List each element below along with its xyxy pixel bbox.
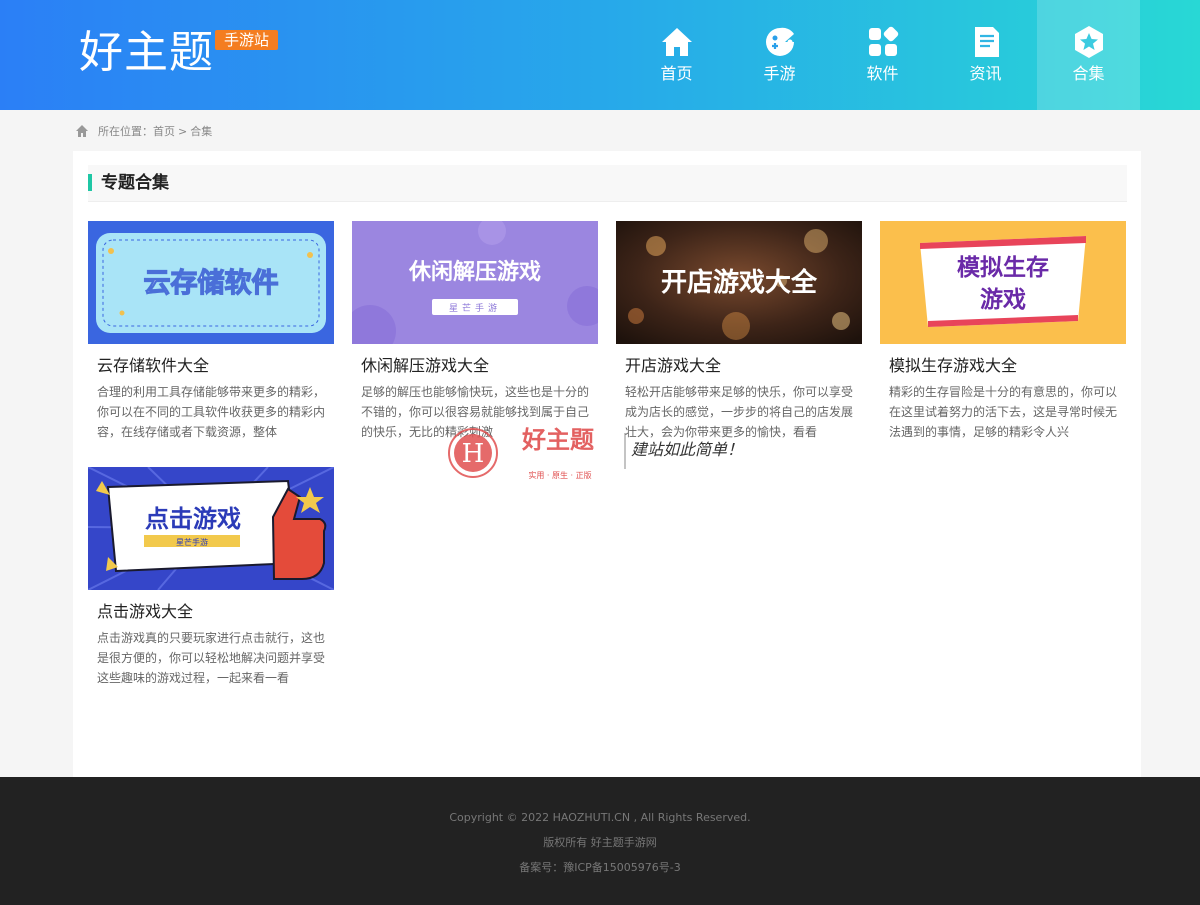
card-thumbnail[interactable]: 云存储软件 xyxy=(88,221,334,344)
card-thumbnail[interactable]: 点击游戏 星芒手游 xyxy=(88,467,334,590)
nav-item-software[interactable]: 软件 xyxy=(831,0,934,110)
card-title[interactable]: 开店游戏大全 xyxy=(625,356,862,376)
card-thumbnail[interactable]: 开店游戏大全 xyxy=(616,221,862,344)
site-header: 好主题 手游站 首页 手游 软件 资讯 合集 xyxy=(0,0,1200,110)
nav-label: 资讯 xyxy=(969,64,1002,83)
site-footer: Copyright © 2022 HAOZHUTI.CN , All Right… xyxy=(0,777,1200,905)
watermark-tagline: 实用 · 原生 · 正版 xyxy=(528,470,591,480)
watermark-graphic: H 好主题 实用 · 原生 · 正版 建站如此简单！ xyxy=(448,426,743,480)
collection-card[interactable]: 模拟生存 游戏 模拟生存游戏大全 精彩的生存冒险是十分的有意思的，你可以在这里试… xyxy=(880,221,1126,442)
banner-subtext: 星芒手游 xyxy=(449,302,501,314)
nav-label: 合集 xyxy=(1072,64,1105,83)
nav-item-collection[interactable]: 合集 xyxy=(1037,0,1140,110)
card-title[interactable]: 模拟生存游戏大全 xyxy=(889,356,1126,376)
banner-text: 游戏 xyxy=(980,286,1026,313)
card-title[interactable]: 点击游戏大全 xyxy=(97,602,334,622)
section-header: 专题合集 xyxy=(88,165,1127,202)
banner-text: 点击游戏 xyxy=(145,505,241,533)
card-title[interactable]: 云存储软件大全 xyxy=(97,356,334,376)
breadcrumb-prefix: 所在位置： xyxy=(98,125,153,138)
footer-copyright: Copyright © 2022 HAOZHUTI.CN , All Right… xyxy=(449,811,751,824)
footer-owner: 版权所有 好主题手游网 xyxy=(543,836,657,849)
collection-icon xyxy=(1074,26,1103,58)
nav-label: 首页 xyxy=(660,64,693,83)
nav-item-home[interactable]: 首页 xyxy=(625,0,728,110)
section-accent-bar xyxy=(88,174,92,191)
watermark-letter: H xyxy=(462,439,485,469)
card-title[interactable]: 休闲解压游戏大全 xyxy=(361,356,598,376)
nav-label: 手游 xyxy=(763,64,796,83)
breadcrumb: 所在位置： 首页 > 合集 xyxy=(75,122,212,140)
banner-text: 开店游戏大全 xyxy=(661,267,818,298)
card-description: 精彩的生存冒险是十分的有意思的，你可以在这里试着努力的活下去，这是寻常时候无法遇… xyxy=(889,385,1118,439)
breadcrumb-current: 合集 xyxy=(190,125,213,138)
casual-games-banner: 休闲解压游戏 星芒手游 xyxy=(352,221,598,344)
apps-icon xyxy=(868,26,898,56)
breadcrumb-separator: > xyxy=(178,124,188,138)
site-logo[interactable]: 好主题 xyxy=(79,24,214,82)
breadcrumb-home-link[interactable]: 首页 xyxy=(153,123,175,139)
watermark-slogan: 建站如此简单！ xyxy=(631,440,743,459)
banner-text: 云存储软件 xyxy=(144,268,279,299)
banner-text: 模拟生存 xyxy=(957,254,1049,281)
banner-subtext: 星芒手游 xyxy=(176,537,208,547)
footer-icp-line: 备案号：豫ICP备15005976号-3 xyxy=(0,855,1200,880)
nav-label: 软件 xyxy=(866,64,899,83)
main-nav: 首页 手游 软件 资讯 合集 xyxy=(625,0,1140,110)
collection-card[interactable]: 点击游戏 星芒手游 点击游戏大全 点击游戏真的只要玩家进行点击就行，这也是很方便… xyxy=(88,467,334,688)
nav-item-news[interactable]: 资讯 xyxy=(934,0,1037,110)
nav-item-games[interactable]: 手游 xyxy=(728,0,831,110)
click-games-banner: 点击游戏 星芒手游 xyxy=(88,467,334,590)
card-description: 合理的利用工具存储能够带来更多的精彩，你可以在不同的工具软件收获更多的精彩内容，… xyxy=(97,385,326,439)
survival-games-banner: 模拟生存 游戏 xyxy=(880,221,1126,344)
footer-icp-link[interactable]: 豫ICP备15005976号-3 xyxy=(563,861,681,874)
collection-card[interactable]: 云存储软件 云存储软件大全 合理的利用工具存储能够带来更多的精彩，你可以在不同的… xyxy=(88,221,334,442)
watermark-brand: 好主题 xyxy=(521,426,594,454)
watermark-logo: H 好主题 实用 · 原生 · 正版 建站如此简单！ xyxy=(444,423,764,483)
banner-text: 休闲解压游戏 xyxy=(408,259,541,285)
site-badge: 手游站 xyxy=(215,30,279,50)
gamepad-icon xyxy=(765,27,794,56)
collection-card[interactable]: 开店游戏大全 开店游戏大全 轻松开店能够带来足够的快乐，你可以享受成为店长的感觉… xyxy=(616,221,862,442)
shop-games-banner: 开店游戏大全 xyxy=(616,221,862,344)
card-thumbnail[interactable]: 休闲解压游戏 星芒手游 xyxy=(352,221,598,344)
cloud-storage-banner: 云存储软件 xyxy=(88,221,334,344)
section-title: 专题合集 xyxy=(101,173,169,193)
card-thumbnail[interactable]: 模拟生存 游戏 xyxy=(880,221,1126,344)
news-icon xyxy=(974,27,999,57)
card-description: 点击游戏真的只要玩家进行点击就行，这也是很方便的，你可以轻松地解决问题并享受这些… xyxy=(97,631,326,685)
footer-icp-prefix: 备案号： xyxy=(519,861,564,874)
home-icon xyxy=(661,28,692,56)
collection-card[interactable]: 休闲解压游戏 星芒手游 休闲解压游戏大全 足够的解压也能够愉快玩，这些也是十分的… xyxy=(352,221,598,442)
home-icon xyxy=(76,125,88,137)
